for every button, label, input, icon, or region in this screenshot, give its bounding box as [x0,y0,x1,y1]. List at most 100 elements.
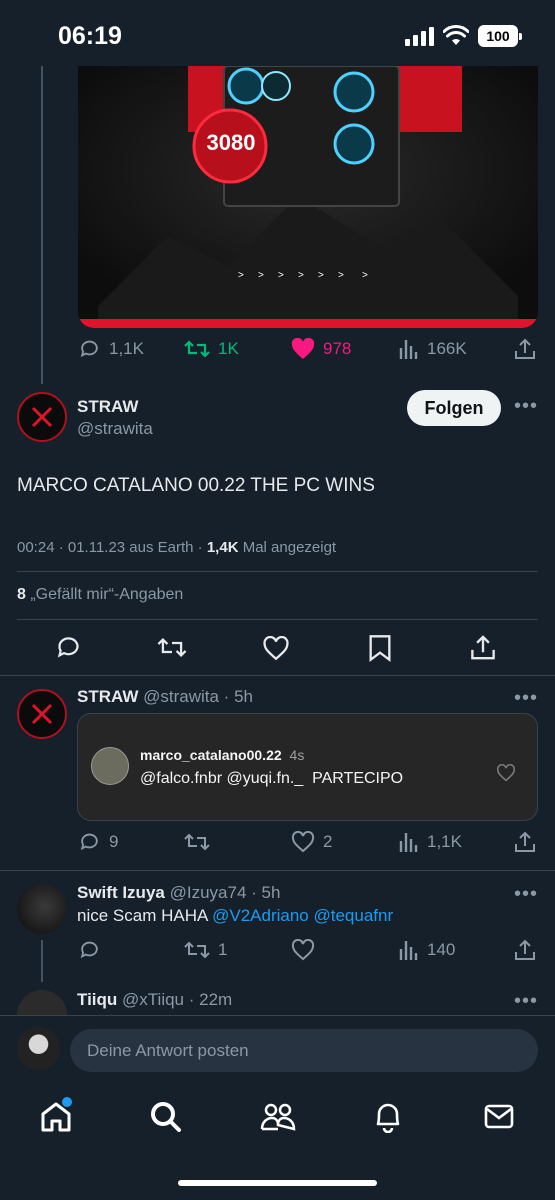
heart-icon [291,831,315,853]
avatar[interactable] [17,990,67,1016]
thread-line [41,66,43,384]
reply-author-name[interactable]: STRAW [77,687,138,706]
likes-summary[interactable]: 8 „Gefällt mir“-Angaben [17,586,183,604]
mention-link[interactable]: @V2Adriano [212,906,309,925]
views-action[interactable]: 140 [399,939,455,961]
retweet-action[interactable]: 1K [184,338,239,360]
reply-separator: · [184,990,200,1009]
views-count: 1,1K [427,832,462,851]
reply-author-handle[interactable]: @xTiiqu [122,990,184,1009]
reply-time: 22m [199,990,233,1009]
svg-text:>: > [318,270,324,281]
retweet-icon [184,833,210,851]
bookmark-icon[interactable] [368,634,392,662]
svg-text:>: > [338,270,344,281]
reply-author-handle[interactable]: @Izuya74 [170,883,247,902]
quote-text: @falco.fnbr @yuqi.fn._ PARTECIPO [140,770,404,787]
tweet-view-label: Mal angezeigt [238,539,337,556]
tab-home[interactable] [40,1097,72,1138]
notifications-icon[interactable] [373,1101,403,1133]
reply-input[interactable]: Deine Antwort posten [70,1029,538,1072]
heart-filled-icon [291,338,315,359]
reply-icon [80,941,98,959]
divider [17,571,538,572]
retweet-icon [184,941,210,959]
share-icon[interactable] [514,338,536,360]
more-options-icon[interactable]: ••• [514,687,538,710]
retweet-icon [184,340,210,358]
quoted-story[interactable]: marco_catalano00.22 4s @falco.fnbr @yuqi… [77,713,538,821]
reply-icon[interactable] [55,634,82,661]
like-count: 978 [323,339,352,358]
reply-icon [80,340,98,358]
views-action[interactable]: 1,1K [399,831,462,853]
likes-summary-count: 8 [17,586,26,603]
communities-icon[interactable] [260,1101,296,1133]
views-count: 166K [427,339,467,358]
retweet-count: 1 [218,940,228,959]
reply-author-name[interactable]: Swift Izuya [77,883,165,902]
reply-time: 5h [261,883,281,902]
share-icon[interactable] [514,939,536,961]
follow-button[interactable]: Folgen [407,390,501,426]
svg-text:>: > [362,270,368,281]
heart-icon [291,939,315,961]
media-artwork: > > > > > > > [78,66,538,328]
avatar[interactable] [17,689,67,739]
search-icon[interactable] [150,1101,182,1133]
views-icon [399,941,418,960]
avatar[interactable] [17,884,67,934]
quote-time: 4s [289,747,305,763]
battery-indicator: 100 [478,25,522,47]
reply-header: Swift Izuya @Izuya74 · 5h [77,883,280,903]
like-action[interactable]: 978 [291,338,351,360]
like-action[interactable]: 2 [291,831,332,853]
home-indicator [178,1180,377,1186]
like-count: 2 [323,832,333,851]
views-count: 140 [427,940,456,959]
author-name[interactable]: STRAW [77,397,138,417]
like-action[interactable] [291,939,323,961]
tweet-text: MARCO CATALANO 00.22 THE PC WINS [17,475,375,496]
reply-author-name[interactable]: Tiiqu [77,990,117,1009]
reply-action[interactable]: 1,1K [78,338,144,360]
reply-action[interactable] [78,939,109,961]
views-action[interactable]: 166K [399,338,467,360]
more-options-icon[interactable]: ••• [514,395,538,418]
likes-summary-label: „Gefällt mir“-Angaben [25,586,184,603]
messages-icon[interactable] [484,1103,514,1130]
reply-header: STRAW @strawita · 5h [77,687,253,707]
tweet-meta: 00:24 · 01.11.23 aus Earth · 1,4K Mal an… [17,539,336,556]
more-options-icon[interactable]: ••• [514,883,538,906]
more-options-icon[interactable]: ••• [514,990,538,1013]
reply-author-handle[interactable]: @strawita [143,687,219,706]
svg-text:>: > [298,270,304,281]
tweet-media[interactable]: > > > > > > > 3080 [78,66,538,328]
avatar[interactable] [17,392,67,442]
reply-header: Tiiqu @xTiiqu · 22m [77,990,232,1010]
user-avatar[interactable] [17,1027,60,1070]
author-handle[interactable]: @strawita [77,419,153,439]
heart-icon[interactable] [262,636,290,661]
reply-separator: · [246,883,262,902]
quote-avatar [91,747,129,785]
mention-link[interactable]: @tequafnr [314,906,394,925]
gpu-badge: 3080 [206,130,256,155]
reply-text: nice Scam HAHA @V2Adriano @tequafnr [77,906,393,926]
share-icon[interactable] [514,831,536,853]
retweet-action[interactable]: 1 [184,939,227,961]
reply-separator: · [218,687,235,706]
views-icon [399,340,418,359]
signal-icon [405,27,434,46]
share-icon[interactable] [470,634,496,661]
wifi-icon [443,25,469,45]
reply-action[interactable]: 9 [78,831,118,853]
retweet-count: 1K [218,339,239,358]
divider [0,870,555,871]
retweet-action[interactable] [184,831,218,853]
reply-icon [80,833,98,851]
svg-text:>: > [258,270,264,281]
reply-composer: Deine Antwort posten [0,1015,555,1083]
heart-icon[interactable] [496,764,516,782]
retweet-icon[interactable] [157,635,187,660]
